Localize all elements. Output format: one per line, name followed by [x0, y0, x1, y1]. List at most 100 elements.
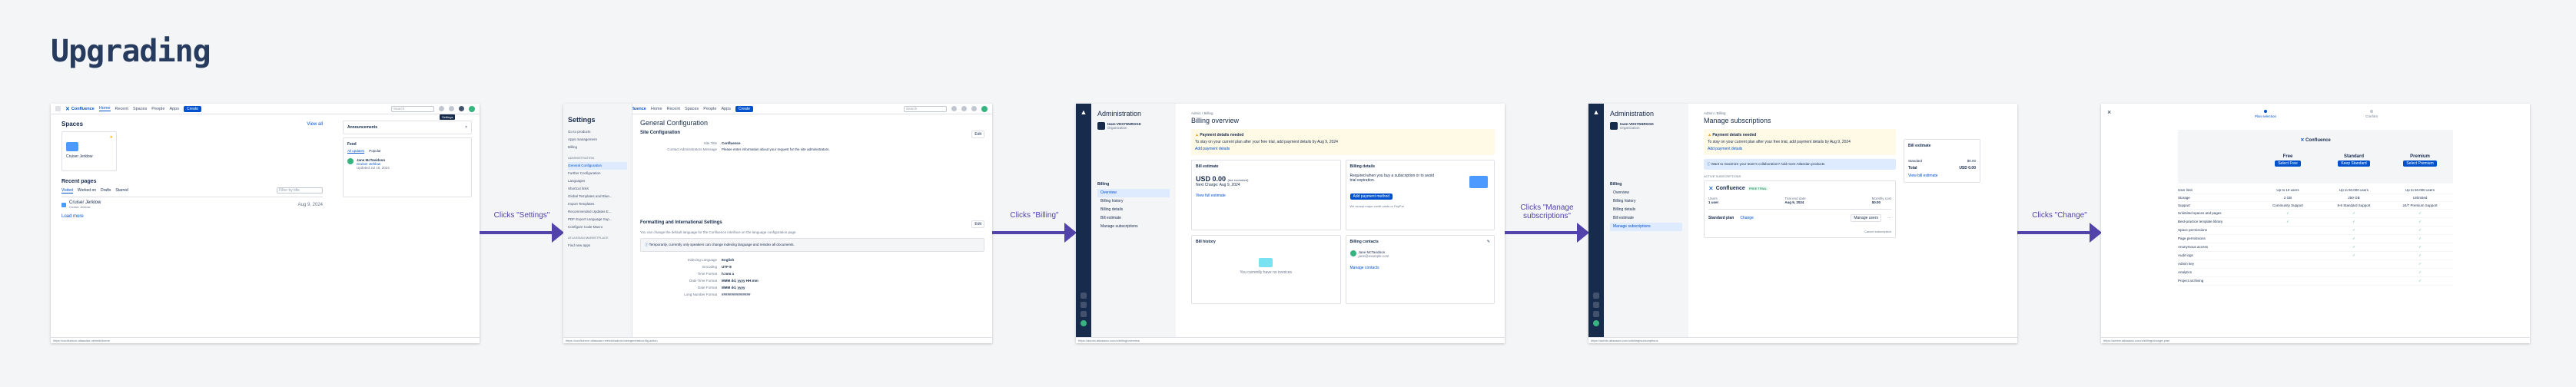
plan-select-button[interactable]: Keep Standard	[2338, 160, 2370, 167]
row-value: UTF-8	[722, 265, 732, 269]
estimate-value: $0.00	[1967, 159, 1976, 163]
tab-all-updates[interactable]: All updates	[347, 149, 365, 154]
row-value: MMM dd, yyyy HH:mm	[722, 279, 759, 283]
view-estimate-link[interactable]: View full estimate	[1196, 194, 1336, 198]
create-button[interactable]: Create	[735, 105, 753, 112]
sidebar-item[interactable]: Billing details	[1097, 206, 1170, 214]
close-icon[interactable]: ×	[2107, 108, 2111, 116]
sidebar-item[interactable]: Bill estimate	[1097, 214, 1170, 223]
settings-icon[interactable]	[1081, 311, 1087, 317]
view-estimate-link[interactable]: View bill estimate	[1908, 174, 1976, 178]
sidebar-item: Billing	[1610, 182, 1622, 187]
notifications-icon[interactable]	[439, 106, 444, 111]
add-payment-link[interactable]: Add payment details	[1708, 147, 1892, 151]
help-icon[interactable]	[961, 106, 967, 111]
sidebar-item[interactable]: Import Templates	[568, 200, 627, 208]
tab-popular[interactable]: Popular	[369, 149, 381, 154]
change-plan-link[interactable]: Change	[1740, 216, 1754, 220]
atlassian-logo-icon[interactable]: ▲	[1076, 108, 1091, 116]
help-icon[interactable]	[1081, 302, 1087, 308]
close-icon[interactable]: ×	[465, 125, 467, 130]
avatar[interactable]	[981, 105, 988, 112]
avatar[interactable]	[469, 105, 475, 112]
search-input[interactable]: Search	[391, 105, 434, 112]
row-label: Encoding	[702, 265, 717, 269]
confluence-logo[interactable]: ✕Confluence	[65, 106, 95, 112]
sidebar-item[interactable]: Overview	[1097, 189, 1170, 197]
nav-recent[interactable]: Recent	[115, 107, 128, 111]
sidebar-item[interactable]: Go to products	[568, 128, 627, 136]
sidebar-item[interactable]: Overview	[1610, 189, 1682, 197]
format-row: Date Format MMM dd, yyyy	[640, 284, 984, 291]
sidebar-item[interactable]: Further Configuration	[568, 170, 627, 177]
sidebar-item[interactable]: Apps management	[568, 136, 627, 144]
nav-people[interactable]: People	[703, 107, 716, 111]
sidebar-item[interactable]: Billing history	[1610, 197, 1682, 206]
org-icon	[1097, 122, 1105, 130]
breadcrumb[interactable]: Admin / Billing	[1191, 111, 1495, 115]
settings-icon[interactable]	[459, 106, 464, 111]
settings-tooltip: Settings	[440, 114, 456, 120]
nav-people[interactable]: People	[151, 107, 164, 111]
sidebar-item[interactable]: Languages	[568, 177, 627, 185]
tab-worked-on[interactable]: Worked on	[78, 188, 96, 193]
notifications-icon[interactable]	[951, 106, 957, 111]
search-icon[interactable]	[1593, 293, 1599, 299]
breadcrumb[interactable]: Admin / Billing	[1704, 111, 1896, 115]
nav-apps[interactable]: Apps	[169, 107, 179, 111]
nav-apps[interactable]: Apps	[721, 107, 731, 111]
list-item[interactable]: Cruiser Jerklow Cruiser Jerklow Aug 9, 20…	[61, 200, 323, 210]
create-button[interactable]: Create	[183, 105, 201, 112]
manage-contacts-link[interactable]: Manage contacts	[1350, 266, 1491, 270]
search-icon[interactable]	[1081, 293, 1087, 299]
announcements-panel[interactable]: Announcements ×	[343, 121, 472, 134]
star-icon[interactable]: ★	[110, 135, 113, 140]
load-more-link[interactable]: Load more	[61, 214, 323, 219]
edit-icon[interactable]: ✎	[1487, 240, 1490, 244]
avatar[interactable]	[1593, 320, 1599, 326]
filter-input[interactable]: Filter by title	[277, 187, 323, 194]
view-all-link[interactable]: View all	[307, 122, 323, 127]
nav-recent[interactable]: Recent	[667, 107, 680, 111]
sidebar-item[interactable]: Billing details	[1610, 206, 1682, 214]
sidebar-item[interactable]: Bill estimate	[1610, 214, 1682, 223]
avatar[interactable]	[1081, 320, 1087, 326]
sidebar-item[interactable]: Shortcut links	[568, 185, 627, 193]
atlassian-logo-icon[interactable]: ▲	[1588, 108, 1604, 116]
info-text: Want to maximize your team's collaborati…	[1711, 162, 1825, 166]
edit-button[interactable]: Edit	[971, 131, 984, 138]
add-payment-link[interactable]: Add payment details	[1195, 147, 1491, 151]
help-icon[interactable]	[449, 106, 454, 111]
manage-users-button[interactable]: Manage users	[1851, 214, 1881, 222]
nav-home[interactable]: Home	[651, 107, 662, 111]
plan-select-button[interactable]: Select Free	[2275, 160, 2301, 167]
sidebar-item[interactable]: General Configuration	[568, 162, 627, 170]
settings-icon[interactable]	[971, 106, 977, 111]
nav-home[interactable]: Home	[98, 106, 111, 111]
space-card[interactable]: Cruiser Jerklow ★	[61, 131, 117, 171]
nav-spaces[interactable]: Spaces	[685, 107, 699, 111]
edit-button[interactable]: Edit	[971, 220, 984, 228]
plan-select-button[interactable]: Select Premium	[2403, 160, 2437, 167]
cancel-subscription-link[interactable]: Cancel subscription	[1708, 230, 1891, 233]
sidebar-item[interactable]: Billing history	[1097, 197, 1170, 206]
search-input[interactable]: Search	[904, 105, 947, 112]
nav-spaces[interactable]: Spaces	[133, 107, 147, 111]
sidebar-item[interactable]: PDF Export Language Sup...	[568, 216, 627, 223]
add-payment-button[interactable]: Add payment method	[1349, 194, 1393, 200]
tab-starred[interactable]: Starred	[115, 188, 128, 193]
sidebar-item[interactable]: Recommended Updates E...	[568, 208, 627, 216]
tab-visited[interactable]: Visited	[61, 188, 73, 194]
sidebar-item[interactable]: Manage subscriptions	[1610, 223, 1682, 231]
more-options-icon[interactable]: ⋯	[1887, 216, 1891, 220]
settings-icon[interactable]	[1593, 311, 1599, 317]
sidebar-item[interactable]: Configure Code Macro	[568, 223, 627, 231]
sidebar-item[interactable]: Manage subscriptions	[1097, 223, 1170, 231]
sidebar-item[interactable]: Global Templates and Blue...	[568, 193, 627, 200]
tab-drafts[interactable]: Drafts	[101, 188, 111, 193]
sidebar-item[interactable]: Billing	[568, 144, 627, 151]
row-label: Time Format	[697, 272, 717, 276]
help-icon[interactable]	[1593, 302, 1599, 308]
sidebar-item[interactable]: Find new apps	[568, 242, 627, 250]
app-switcher-icon[interactable]	[55, 106, 61, 111]
